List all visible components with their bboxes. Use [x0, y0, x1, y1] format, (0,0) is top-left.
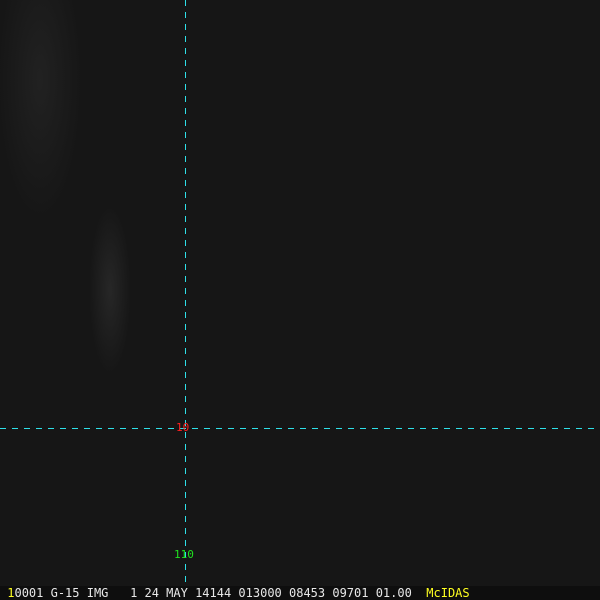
mcidas-brand: McIDAS — [426, 586, 470, 600]
status-bar: 10001 G-15 IMG 1 24 MAY 14144 013000 084… — [0, 586, 600, 600]
satellite-image-frame: 10 110 10001 G-15 IMG 1 24 MAY 14144 013… — [0, 0, 600, 600]
latitude-label: 10 — [176, 421, 190, 434]
image-info: 0001 G-15 IMG 1 24 MAY 14144 013000 0845… — [14, 586, 412, 600]
longitude-label: 110 — [174, 548, 194, 561]
latitude-grid-line — [0, 428, 600, 429]
longitude-grid-line — [185, 0, 186, 584]
